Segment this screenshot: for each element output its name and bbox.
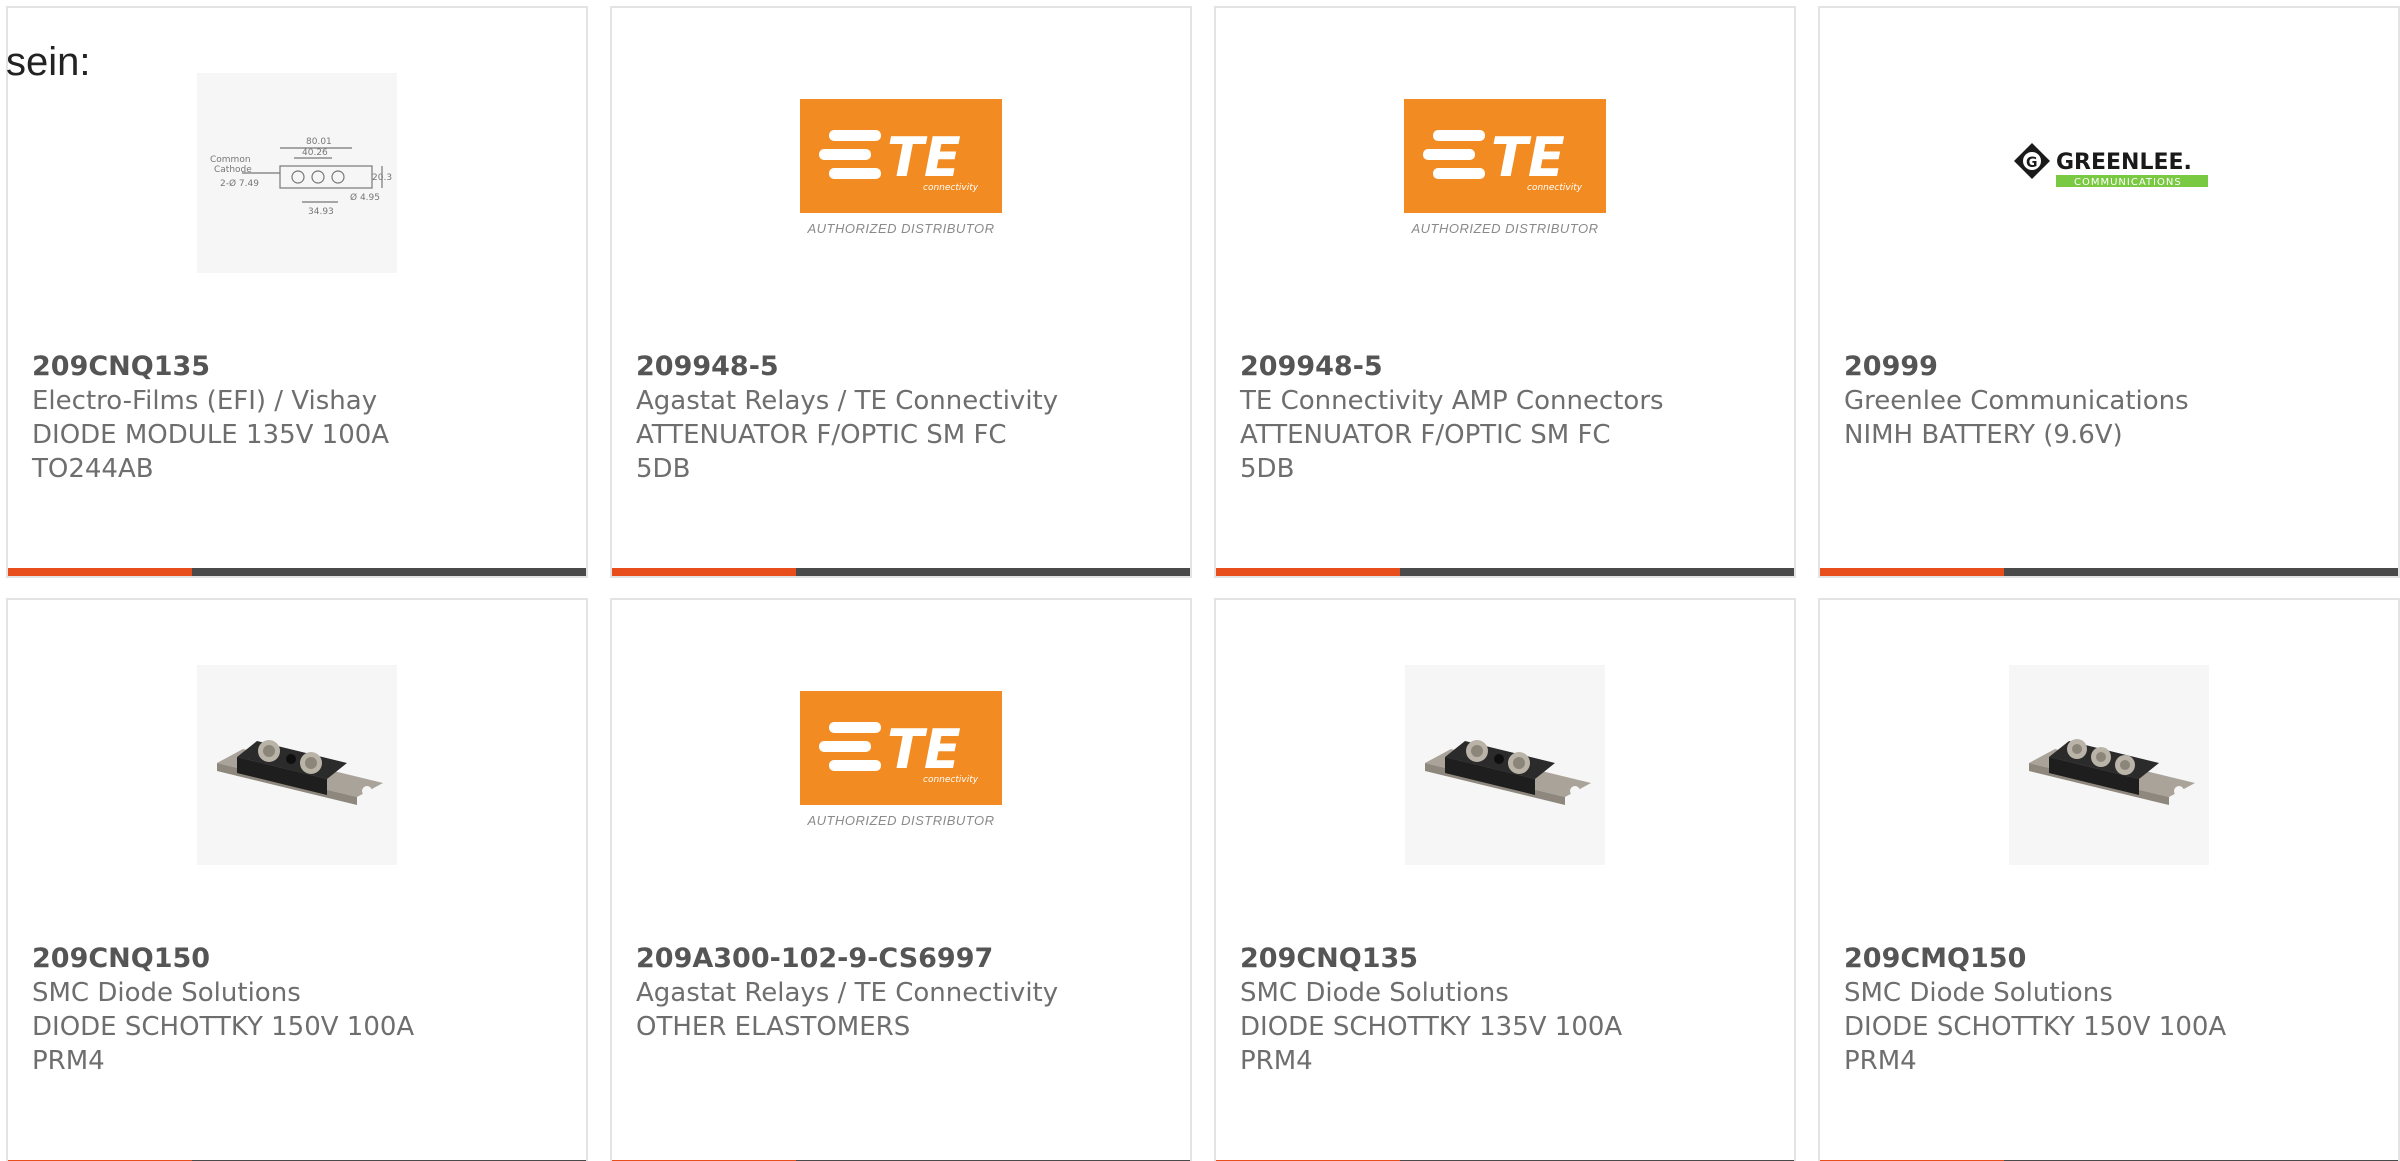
manufacturer: SMC Diode Solutions [32,978,301,1008]
description: DIODE SCHOTTKY 135V 100A PRM4 [1240,1012,1623,1076]
part-number-link[interactable]: 209CNQ135 [32,350,566,384]
svg-text:TE: TE [887,126,961,189]
svg-text:34.93: 34.93 [308,207,334,217]
svg-text:80.01: 80.01 [306,137,332,147]
product-image-slot [1216,650,1794,880]
card-accent [1820,568,2004,576]
card-bottom-bar [1820,568,2398,576]
svg-text:COMMUNICATIONS: COMMUNICATIONS [2074,177,2182,188]
te-logo-caption: AUTHORIZED DISTRIBUTOR [1411,221,1599,236]
part-number-link[interactable]: 209CMQ150 [1844,942,2378,976]
product-card[interactable]: 209CNQ135 SMC Diode Solutions DIODE SCHO… [1214,598,1796,1161]
manufacturer: SMC Diode Solutions [1844,978,2113,1008]
svg-text:TE: TE [1491,126,1565,189]
description: ATTENUATOR F/OPTIC SM FC 5DB [1240,420,1611,484]
product-card[interactable]: TE connectivity AUTHORIZED DISTRIBUTOR 2… [610,6,1192,578]
description: OTHER ELASTOMERS [636,1012,911,1042]
svg-text:20.32: 20.32 [372,173,392,183]
card-bottom-bar [8,568,586,576]
product-image-slot: TE connectivity AUTHORIZED DISTRIBUTOR [1216,58,1794,288]
svg-text:connectivity: connectivity [923,775,979,785]
card-accent [8,568,192,576]
diode-module-3-terminal-image [2009,665,2209,865]
card-bottom-bar [612,568,1190,576]
product-info: 209948-5 TE Connectivity AMP Connectors … [1240,350,1774,486]
svg-text:Cathode: Cathode [214,165,252,175]
product-image-slot: 80.01 40.26 Common Cathode 2-Ø 7.49 Ø 4.… [8,58,586,288]
description: DIODE SCHOTTKY 150V 100A PRM4 [32,1012,415,1076]
diode-drawing-image: 80.01 40.26 Common Cathode 2-Ø 7.49 Ø 4.… [197,73,397,273]
te-connectivity-logo: TE connectivity AUTHORIZED DISTRIBUTOR [1404,99,1606,247]
svg-text:40.26: 40.26 [302,148,328,158]
card-accent [1216,568,1400,576]
product-image-slot: TE connectivity AUTHORIZED DISTRIBUTOR [612,650,1190,880]
manufacturer: Greenlee Communications [1844,386,2189,416]
product-info: 209948-5 Agastat Relays / TE Connectivit… [636,350,1170,486]
svg-text:Ø 4.95: Ø 4.95 [350,192,380,203]
part-number-link[interactable]: 209CNQ135 [1240,942,1774,976]
svg-text:GREENLEE.: GREENLEE. [2056,150,2192,175]
product-card[interactable]: TE connectivity AUTHORIZED DISTRIBUTOR 2… [610,598,1192,1161]
svg-text:2-Ø 7.49: 2-Ø 7.49 [220,178,259,189]
svg-text:G: G [2026,155,2038,171]
product-image-slot [8,650,586,880]
card-accent [612,568,796,576]
svg-text:connectivity: connectivity [923,183,979,193]
part-number-link[interactable]: 209948-5 [1240,350,1774,384]
lead-text: sein: [6,40,91,84]
manufacturer: Agastat Relays / TE Connectivity [636,978,1059,1008]
diode-module-image [1405,665,1605,865]
description: DIODE MODULE 135V 100A TO244AB [32,420,390,484]
description: ATTENUATOR F/OPTIC SM FC 5DB [636,420,1007,484]
manufacturer: SMC Diode Solutions [1240,978,1509,1008]
manufacturer: Electro-Films (EFI) / Vishay [32,386,378,416]
part-number-link[interactable]: 20999 [1844,350,2378,384]
product-info: 209A300-102-9-CS6997 Agastat Relays / TE… [636,942,1170,1044]
te-connectivity-logo: TE connectivity AUTHORIZED DISTRIBUTOR [800,691,1002,839]
part-number-link[interactable]: 209948-5 [636,350,1170,384]
product-card[interactable]: 80.01 40.26 Common Cathode 2-Ø 7.49 Ø 4.… [6,6,588,578]
product-info: 209CNQ150 SMC Diode Solutions DIODE SCHO… [32,942,566,1078]
product-info: 209CNQ135 SMC Diode Solutions DIODE SCHO… [1240,942,1774,1078]
diode-module-image [197,665,397,865]
product-image-slot: TE connectivity AUTHORIZED DISTRIBUTOR [612,58,1190,288]
te-logo-caption: AUTHORIZED DISTRIBUTOR [807,221,995,236]
product-card[interactable]: G GREENLEE. COMMUNICATIONS 20999 Greenle… [1818,6,2400,578]
description: DIODE SCHOTTKY 150V 100A PRM4 [1844,1012,2227,1076]
manufacturer: Agastat Relays / TE Connectivity [636,386,1059,416]
te-logo-caption: AUTHORIZED DISTRIBUTOR [807,813,995,828]
product-grid-page: sein: 80.01 40.26 Common Cathode 2-Ø 7.4… [0,0,2400,1161]
svg-text:Common: Common [210,155,251,165]
product-info: 209CMQ150 SMC Diode Solutions DIODE SCHO… [1844,942,2378,1078]
product-image-slot: G GREENLEE. COMMUNICATIONS [1820,58,2398,288]
part-number-link[interactable]: 209CNQ150 [32,942,566,976]
product-card[interactable]: 209CNQ150 SMC Diode Solutions DIODE SCHO… [6,598,588,1161]
product-card[interactable]: 209CMQ150 SMC Diode Solutions DIODE SCHO… [1818,598,2400,1161]
svg-text:connectivity: connectivity [1527,183,1583,193]
manufacturer: TE Connectivity AMP Connectors [1240,386,1664,416]
part-number-link[interactable]: 209A300-102-9-CS6997 [636,942,1170,976]
te-connectivity-logo: TE connectivity AUTHORIZED DISTRIBUTOR [800,99,1002,247]
product-info: 209CNQ135 Electro-Films (EFI) / Vishay D… [32,350,566,486]
product-image-slot [1820,650,2398,880]
svg-text:TE: TE [887,718,961,781]
description: NIMH BATTERY (9.6V) [1844,420,2123,450]
product-card[interactable]: TE connectivity AUTHORIZED DISTRIBUTOR 2… [1214,6,1796,578]
greenlee-logo: G GREENLEE. COMMUNICATIONS [2014,143,2208,188]
card-bottom-bar [1216,568,1794,576]
product-info: 20999 Greenlee Communications NIMH BATTE… [1844,350,2378,452]
